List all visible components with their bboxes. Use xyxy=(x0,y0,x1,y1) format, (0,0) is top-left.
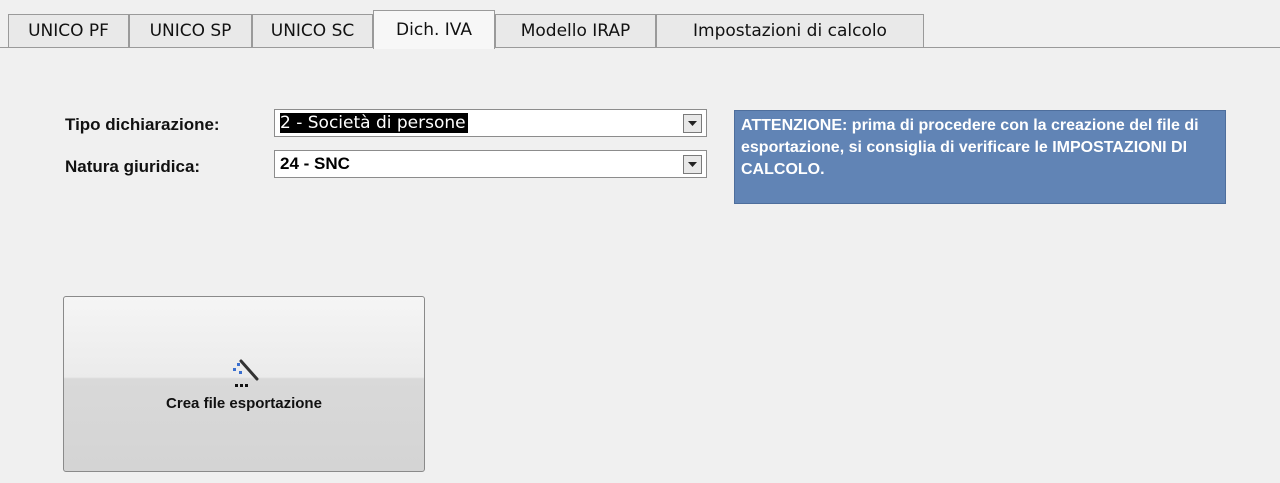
create-export-file-label: Crea file esportazione xyxy=(166,395,322,412)
tab-impostazioni-di-calcolo[interactable]: Impostazioni di calcolo xyxy=(656,14,924,47)
tipo-dichiarazione-value: 2 - Società di persone xyxy=(280,113,468,133)
natura-giuridica-value: 24 - SNC xyxy=(280,154,350,173)
tab-bar: UNICO PF UNICO SP UNICO SC Dich. IVA Mod… xyxy=(0,0,1280,49)
chevron-down-icon xyxy=(688,162,697,167)
tipo-dichiarazione-select[interactable]: 2 - Società di persone xyxy=(274,109,707,137)
create-export-file-button[interactable]: Crea file esportazione xyxy=(63,296,425,472)
tab-modello-irap[interactable]: Modello IRAP xyxy=(495,14,656,47)
natura-giuridica-dropdown-button[interactable] xyxy=(683,155,702,174)
tab-bar-divider xyxy=(0,47,1280,48)
tipo-dichiarazione-dropdown-button[interactable] xyxy=(683,114,702,133)
chevron-down-icon xyxy=(688,121,697,126)
tab-unico-pf[interactable]: UNICO PF xyxy=(8,14,129,47)
natura-giuridica-select[interactable]: 24 - SNC xyxy=(274,150,707,178)
magic-wand-icon xyxy=(233,359,259,387)
tab-dich-iva[interactable]: Dich. IVA xyxy=(373,10,495,49)
tipo-dichiarazione-label: Tipo dichiarazione: xyxy=(65,115,220,134)
tab-unico-sp[interactable]: UNICO SP xyxy=(129,14,252,47)
tab-unico-sc[interactable]: UNICO SC xyxy=(252,14,373,47)
natura-giuridica-label: Natura giuridica: xyxy=(65,157,201,176)
warning-box: ATTENZIONE: prima di procedere con la cr… xyxy=(734,110,1226,204)
